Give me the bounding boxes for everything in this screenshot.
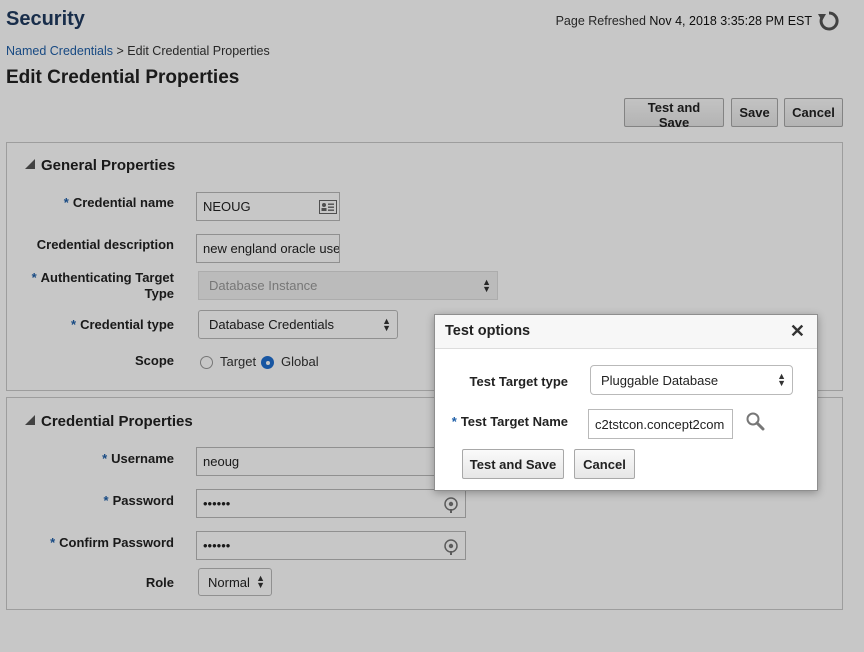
test-target-type-label: Test Target type (469, 374, 568, 389)
dialog-title: Test options (445, 323, 531, 339)
test-target-type-select[interactable]: Pluggable Database ▲ ▼ (590, 365, 793, 395)
test-options-dialog: Test options ✕ Test Target type Pluggabl… (434, 314, 818, 491)
dialog-header: Test options ✕ (435, 315, 817, 349)
test-target-name-field[interactable]: c2tstcon.concept2com (588, 409, 733, 439)
select-arrows-icon: ▲ ▼ (777, 371, 786, 388)
test-target-type-value: Pluggable Database (601, 372, 719, 388)
close-icon[interactable]: ✕ (790, 321, 805, 342)
dialog-cancel-button[interactable]: Cancel (574, 449, 635, 479)
dialog-test-and-save-button[interactable]: Test and Save (462, 449, 564, 479)
required-mark: * (451, 414, 457, 429)
test-target-name-label: * Test Target Name (452, 414, 568, 429)
search-icon[interactable] (745, 411, 765, 431)
test-target-name-label-text: Test Target Name (460, 414, 568, 429)
